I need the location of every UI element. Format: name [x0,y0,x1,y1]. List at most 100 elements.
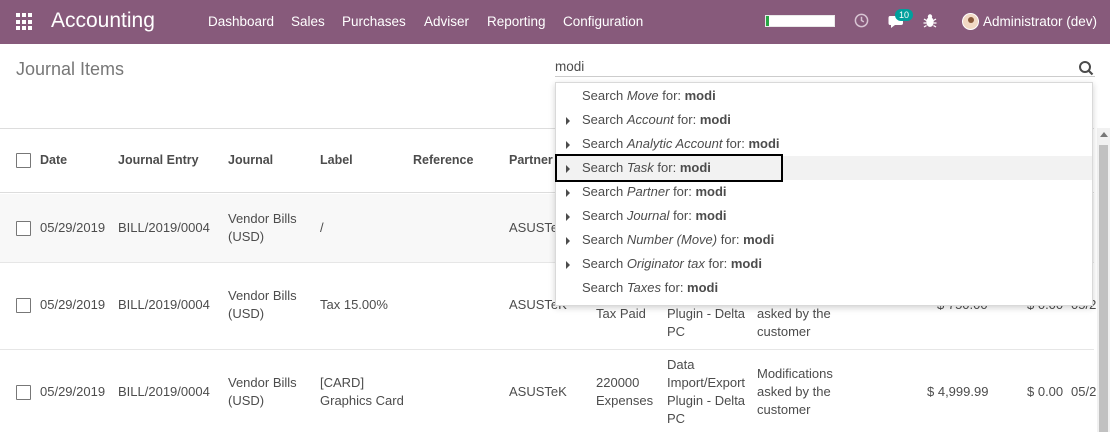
row-checkbox[interactable] [16,385,31,400]
autocomplete-term: modi [699,112,731,127]
autocomplete-term: modi [743,232,775,247]
autocomplete-prefix: Search [582,136,627,151]
cell-journal: Vendor Bills (USD) [228,375,297,408]
expand-caret-icon[interactable] [566,141,570,149]
autocomplete-suffix: for: [658,88,685,103]
cell-label: / [320,220,324,235]
cell-partner: ASUSTe [509,220,559,235]
cell-date: 05/29/2019 [40,384,106,399]
onboarding-progress-bar[interactable] [765,15,835,27]
cell-debit: $ 4,999.99 [927,384,989,399]
menu-sales[interactable]: Sales [291,14,325,29]
autocomplete-item[interactable]: Search Number (Move) for: modi [556,228,1092,252]
expand-caret-icon[interactable] [566,213,570,221]
autocomplete-suffix: for: [722,136,749,151]
autocomplete-item[interactable]: Search Partner for: modi [556,180,1092,204]
autocomplete-item[interactable]: Search Journal for: modi [556,204,1092,228]
messages-count-badge: 10 [895,9,914,21]
cell-partner: ASUSTeK [509,384,567,399]
autocomplete-suffix: for: [661,280,688,295]
autocomplete-item[interactable]: Search Move for: modi [556,84,1092,108]
select-all-checkbox[interactable] [16,153,31,168]
cell-analytic-account: Plugin - Delta PC [667,306,746,339]
autocomplete-field: Originator tax [626,256,705,271]
expand-caret-icon[interactable] [566,165,570,173]
search-input[interactable] [555,56,1077,76]
autocomplete-term: modi [730,256,762,271]
activity-clock-icon[interactable] [854,13,869,28]
apps-menu-icon[interactable] [16,13,34,31]
autocomplete-suffix: for: [669,184,696,199]
user-menu[interactable]: Administrator (dev) [983,14,1097,29]
expand-caret-icon[interactable] [566,189,570,197]
autocomplete-term: modi [679,160,711,175]
cell-journal-entry: BILL/2019/0004 [118,384,210,399]
menu-purchases[interactable]: Purchases [342,14,406,29]
search-autocomplete-dropdown: Search Move for: modi Search Account for:… [555,82,1093,306]
autocomplete-field: Partner [626,184,670,199]
cell-analytic-account: Data Import/Export Plugin - Delta PC [667,357,746,426]
progress-fill [766,16,770,26]
menu-adviser[interactable]: Adviser [424,14,469,29]
column-journal-entry[interactable]: Journal Entry [118,153,199,167]
cell-label: Tax 15.00% [320,297,388,312]
menu-reporting[interactable]: Reporting [487,14,546,29]
autocomplete-item[interactable]: Search Taxes for: modi [556,276,1092,300]
autocomplete-term: modi [748,136,780,151]
cell-account: 220000 Expenses [596,375,654,408]
autocomplete-field: Task [626,160,654,175]
scrollbar-thumb[interactable] [1099,145,1108,432]
search-icon[interactable] [1078,60,1094,76]
autocomplete-prefix: Search [582,280,627,295]
row-checkbox[interactable] [16,221,31,236]
autocomplete-field: Account [626,112,674,127]
column-partner[interactable]: Partner [509,153,553,167]
autocomplete-suffix: for: [717,232,744,247]
breadcrumb-title: Journal Items [16,59,125,79]
column-label[interactable]: Label [320,153,353,167]
autocomplete-prefix: Search [582,88,627,103]
row-checkbox[interactable] [16,298,31,313]
autocomplete-prefix: Search [582,160,627,175]
autocomplete-item[interactable]: Search Analytic Account for: modi [556,132,1092,156]
cell-task: asked by the customer [757,306,831,339]
column-journal[interactable]: Journal [228,153,273,167]
autocomplete-field: Move [626,88,659,103]
scroll-up-arrow-icon[interactable] [1100,132,1108,137]
app-brand[interactable]: Accounting [51,9,155,33]
autocomplete-field: Taxes [626,280,662,295]
autocomplete-term: modi [684,88,716,103]
autocomplete-suffix: for: [673,112,700,127]
expand-caret-icon[interactable] [566,117,570,125]
autocomplete-suffix: for: [653,160,680,175]
user-avatar[interactable] [962,13,979,30]
table-row[interactable]: 05/29/2019 BILL/2019/0004 Vendor Bills (U… [0,350,1097,432]
column-reference[interactable]: Reference [413,153,473,167]
cell-credit: $ 0.00 [1027,384,1064,399]
autocomplete-field: Analytic Account [626,136,723,151]
autocomplete-field: Number (Move) [626,232,718,247]
menu-configuration[interactable]: Configuration [563,14,643,29]
top-navbar: Accounting Dashboard Sales Purchases Adv… [0,0,1110,44]
autocomplete-item[interactable]: Search Originator tax for: modi [556,252,1092,276]
autocomplete-item[interactable]: Search Account for: modi [556,108,1092,132]
search-underline [555,76,1095,77]
autocomplete-suffix: for: [704,256,731,271]
autocomplete-prefix: Search [582,232,627,247]
autocomplete-prefix: Search [582,208,627,223]
menu-dashboard[interactable]: Dashboard [208,14,274,29]
autocomplete-term: modi [687,280,719,295]
cell-label: [CARD] Graphics Card [320,375,404,408]
column-date[interactable]: Date [40,153,67,167]
cell-due-date: 05/2 [1071,384,1097,399]
autocomplete-item[interactable]: Search Task for: modi [556,156,1092,180]
autocomplete-prefix: Search [582,112,627,127]
expand-caret-icon[interactable] [566,237,570,245]
autocomplete-term: modi [695,184,727,199]
cell-journal: Vendor Bills (USD) [228,211,297,244]
debug-bug-icon[interactable] [923,13,937,29]
expand-caret-icon[interactable] [566,261,570,269]
cell-account: Tax Paid [596,306,646,321]
cell-journal-entry: BILL/2019/0004 [118,297,210,312]
cell-journal-entry: BILL/2019/0004 [118,220,210,235]
